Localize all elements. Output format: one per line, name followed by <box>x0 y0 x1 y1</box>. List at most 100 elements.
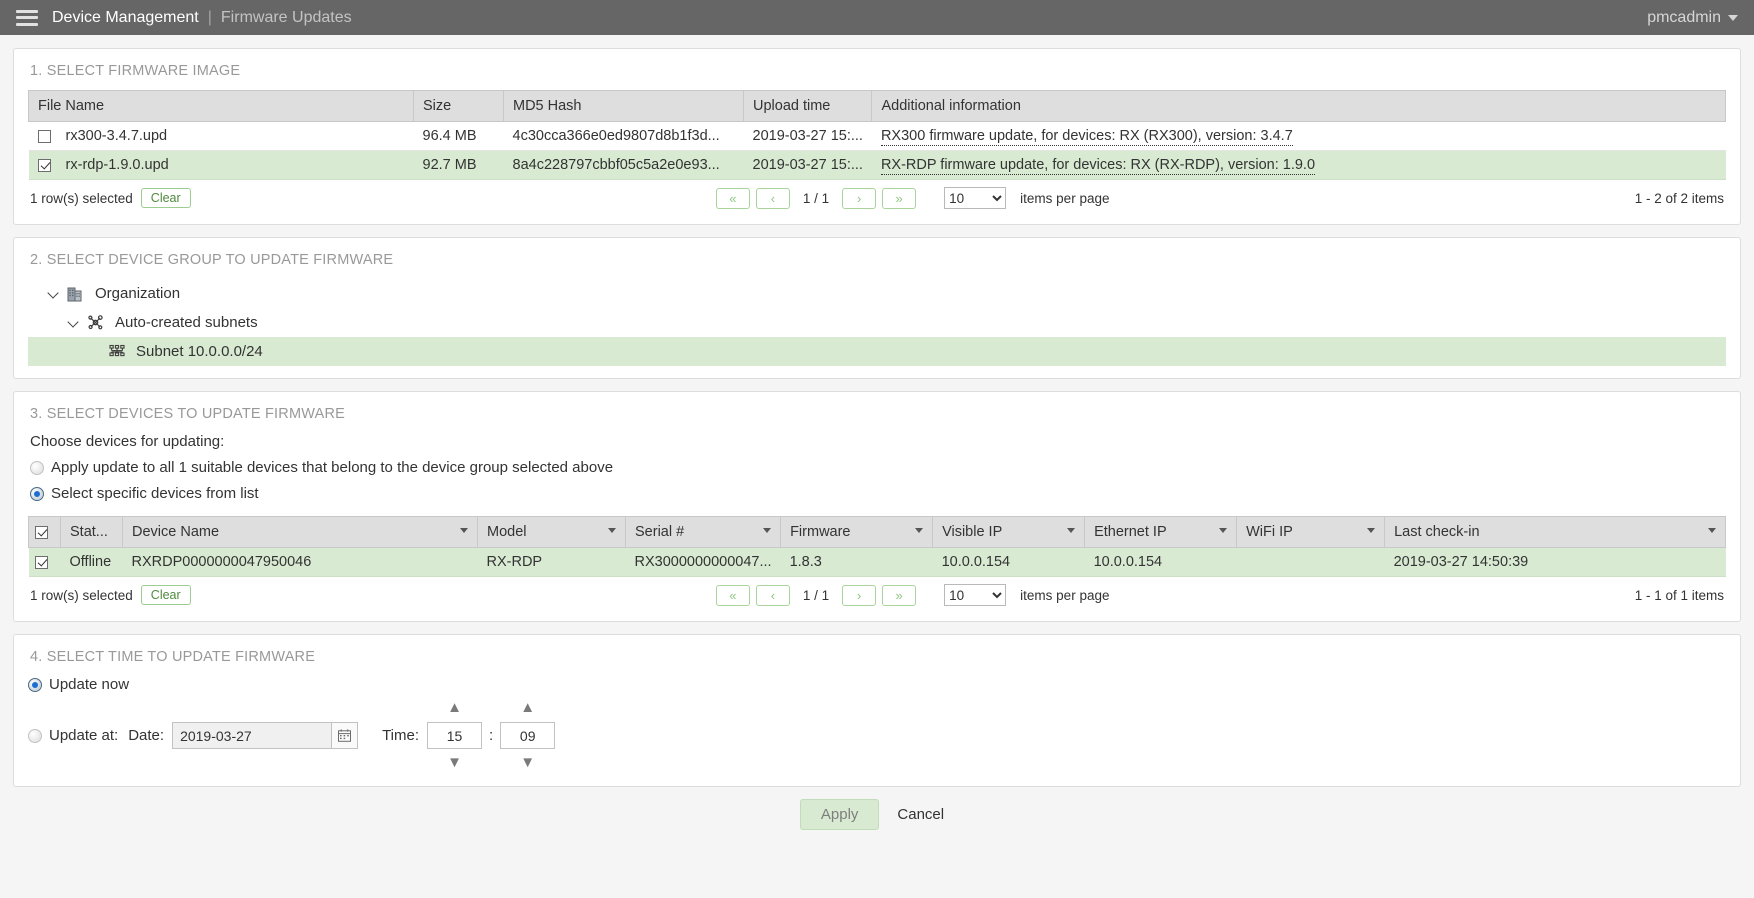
radio-update-at-label: Update at: <box>49 727 119 744</box>
column-header-wifi-ip-label: WiFi IP <box>1246 524 1293 540</box>
chevron-down-icon[interactable] <box>460 528 468 533</box>
last-page-button[interactable]: » <box>882 187 917 209</box>
hour-increment-icon[interactable]: ▲ <box>447 700 462 715</box>
firmware-table: File Name Size MD5 Hash Upload time Addi… <box>28 90 1726 180</box>
radio-all-devices-label: Apply update to all 1 suitable devices t… <box>51 459 614 476</box>
hamburger-icon[interactable] <box>16 9 38 26</box>
radio-update-at-input[interactable] <box>28 728 42 743</box>
column-header-md5[interactable]: MD5 Hash <box>503 90 744 122</box>
radio-option-all-devices[interactable]: Apply update to all 1 suitable devices t… <box>30 459 1726 476</box>
column-header-firmware[interactable]: Firmware <box>780 516 934 548</box>
tree-node-subnet[interactable]: Subnet 10.0.0.0/24 <box>28 337 1726 366</box>
device-name: RXRDP0000000047950046 <box>122 547 478 577</box>
tree-node-organization[interactable]: Organization <box>28 279 1726 308</box>
building-icon <box>67 286 87 302</box>
first-page-button[interactable]: « <box>715 187 750 209</box>
table-row[interactable]: Offline RXRDP0000000047950046 RX-RDP RX3… <box>28 547 1726 577</box>
chevron-down-icon[interactable] <box>1067 528 1076 533</box>
radio-specific-devices-input[interactable] <box>30 486 44 501</box>
firmware-image-panel: 1. SELECT FIRMWARE IMAGE File Name Size … <box>13 48 1741 225</box>
chevron-down-icon[interactable] <box>68 317 80 329</box>
radio-option-update-now[interactable]: Update now <box>28 676 1726 693</box>
hour-stepper[interactable]: ▲ ▼ <box>427 700 483 770</box>
minute-increment-icon[interactable]: ▲ <box>520 700 535 715</box>
title-separator: | <box>207 8 212 26</box>
row-checkbox[interactable] <box>34 555 48 569</box>
device-row-checkbox-cell <box>28 547 61 577</box>
chevron-down-icon[interactable] <box>1708 528 1716 533</box>
row-checkbox[interactable] <box>37 129 51 143</box>
minute-input[interactable] <box>500 722 556 749</box>
select-all-checkbox[interactable] <box>35 525 48 539</box>
firmware-info-cell: RX300 firmware update, for devices: RX (… <box>871 121 1726 151</box>
time-panel: 4. SELECT TIME TO UPDATE FIRMWARE Update… <box>13 634 1741 787</box>
radio-update-now-input[interactable] <box>28 677 42 692</box>
clear-selection-button[interactable]: Clear <box>140 188 191 208</box>
sitemap-icon <box>108 344 128 360</box>
page-title: Firmware Updates <box>220 8 352 26</box>
column-header-file-name[interactable]: File Name <box>28 90 414 122</box>
clear-selection-button[interactable]: Clear <box>140 585 191 605</box>
hour-decrement-icon[interactable]: ▼ <box>447 755 462 770</box>
radio-all-devices-input[interactable] <box>30 460 44 475</box>
row-checkbox[interactable] <box>37 158 51 172</box>
date-input[interactable] <box>172 722 333 749</box>
firmware-selected-count: 1 row(s) selected <box>30 190 133 206</box>
items-per-page-select[interactable]: 10 <box>944 584 1007 606</box>
table-row[interactable]: rx300-3.4.7.upd 96.4 MB 4c30cca366e0ed98… <box>28 121 1726 151</box>
device-model: RX-RDP <box>477 547 626 577</box>
column-header-last-checkin-label: Last check-in <box>1394 524 1480 540</box>
chevron-down-icon[interactable] <box>608 528 616 533</box>
column-header-upload-time[interactable]: Upload time <box>743 90 873 122</box>
column-header-device-name-label: Device Name <box>132 524 220 540</box>
column-header-model-label: Model <box>487 524 527 540</box>
column-header-size[interactable]: Size <box>413 90 504 122</box>
firmware-md5: 8a4c228797cbbf05c5a2e0e93... <box>503 150 744 180</box>
chevron-down-icon <box>1728 14 1738 21</box>
firmware-info-link[interactable]: RX-RDP firmware update, for devices: RX … <box>880 157 1316 175</box>
column-header-wifi-ip[interactable]: WiFi IP <box>1236 516 1386 548</box>
items-per-page-select[interactable]: 10 <box>944 187 1007 209</box>
firmware-info-link[interactable]: RX300 firmware update, for devices: RX (… <box>880 128 1293 146</box>
table-row[interactable]: rx-rdp-1.9.0.upd 92.7 MB 8a4c228797cbbf0… <box>28 150 1726 180</box>
column-header-visible-ip[interactable]: Visible IP <box>932 516 1086 548</box>
column-header-firmware-label: Firmware <box>790 524 851 540</box>
chevron-down-icon[interactable] <box>48 288 60 300</box>
hour-input[interactable] <box>427 722 483 749</box>
chevron-down-icon[interactable] <box>1219 528 1228 533</box>
devices-selected-count: 1 row(s) selected <box>30 587 133 603</box>
prev-page-button[interactable]: ‹ <box>755 187 790 209</box>
firmware-table-header-row: File Name Size MD5 Hash Upload time Addi… <box>28 90 1726 122</box>
first-page-button[interactable]: « <box>715 584 750 606</box>
chevron-down-icon[interactable] <box>915 528 924 533</box>
firmware-range-text: 1 - 2 of 2 items <box>1634 190 1724 206</box>
minute-decrement-icon[interactable]: ▼ <box>520 755 535 770</box>
tree-node-label: Organization <box>95 285 181 302</box>
column-header-ethernet-ip[interactable]: Ethernet IP <box>1084 516 1238 548</box>
apply-button[interactable]: Apply <box>799 799 880 830</box>
calendar-icon[interactable] <box>332 722 359 749</box>
next-page-button[interactable]: › <box>842 584 877 606</box>
column-header-visible-ip-label: Visible IP <box>942 524 1003 540</box>
form-actions: Apply Cancel <box>13 799 1741 830</box>
column-header-additional-info[interactable]: Additional information <box>871 90 1726 122</box>
user-menu[interactable]: pmcadmin <box>1647 9 1738 27</box>
radio-update-now-label: Update now <box>49 676 130 693</box>
next-page-button[interactable]: › <box>842 187 877 209</box>
chevron-down-icon[interactable] <box>763 528 772 533</box>
last-page-button[interactable]: » <box>882 584 917 606</box>
column-header-status[interactable]: Stat... <box>60 516 123 548</box>
prev-page-button[interactable]: ‹ <box>755 584 790 606</box>
firmware-info-cell: RX-RDP firmware update, for devices: RX … <box>871 150 1726 180</box>
column-header-last-checkin[interactable]: Last check-in <box>1384 516 1726 548</box>
minute-stepper[interactable]: ▲ ▼ <box>500 700 556 770</box>
column-header-serial-label: Serial # <box>635 524 685 540</box>
radio-option-specific-devices[interactable]: Select specific devices from list <box>30 485 1726 502</box>
cancel-button[interactable]: Cancel <box>887 800 954 829</box>
column-header-model[interactable]: Model <box>477 516 626 548</box>
column-header-serial[interactable]: Serial # <box>625 516 782 548</box>
chevron-down-icon[interactable] <box>1367 528 1376 533</box>
devices-table: Stat... Device Name Model Serial # Firmw… <box>28 516 1726 577</box>
tree-node-auto-created-subnets[interactable]: Auto-created subnets <box>28 308 1726 337</box>
column-header-device-name[interactable]: Device Name <box>122 516 478 548</box>
